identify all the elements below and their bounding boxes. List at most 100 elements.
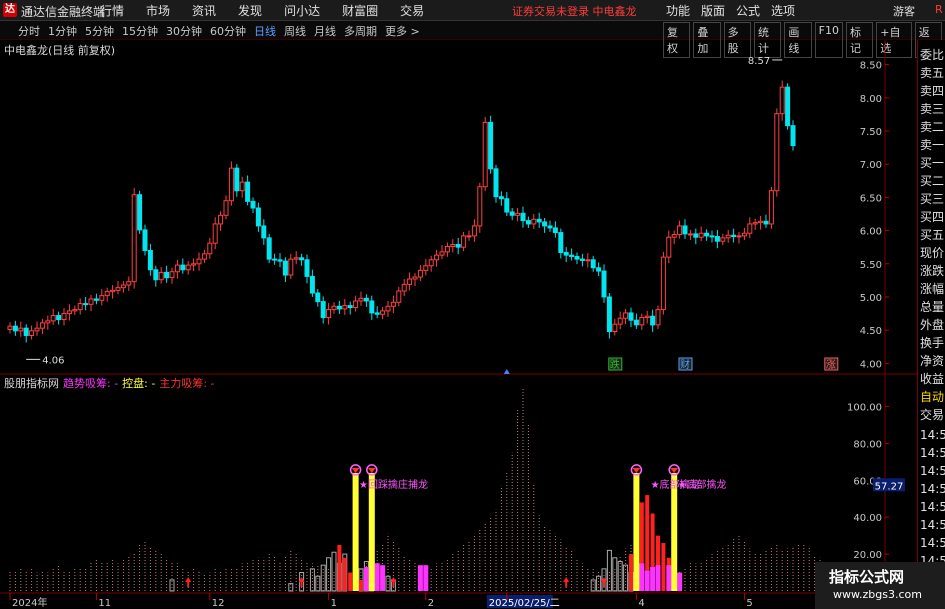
period-tab-3[interactable]: 15分钟	[122, 23, 158, 39]
menu-item-2[interactable]: 资讯	[192, 2, 216, 19]
quote-panel-item-19[interactable]: 自动	[920, 388, 944, 405]
candle	[569, 254, 575, 257]
candle	[277, 259, 283, 262]
quote-panel-item-7[interactable]: 买二	[920, 172, 944, 189]
candle	[207, 242, 213, 255]
quote-panel-item-4[interactable]: 卖二	[920, 118, 944, 135]
ind-red-bar	[629, 554, 633, 591]
quote-panel-item-17[interactable]: 净资	[920, 352, 944, 369]
candle	[401, 283, 407, 292]
candle	[174, 264, 180, 273]
signal-annotation-2: ★底部擒龙	[678, 478, 727, 491]
candle	[18, 327, 24, 332]
menu-item-0[interactable]: 行情	[100, 2, 124, 19]
quote-panel-item-18[interactable]: 收益	[920, 370, 944, 387]
candle	[34, 327, 40, 332]
guest-label[interactable]: 游客	[893, 3, 915, 19]
indicator-item-0: 趋势吸筹: -	[63, 377, 119, 390]
quote-panel-item-23[interactable]: 14:56	[920, 464, 945, 478]
candle	[558, 232, 564, 253]
right-menu-item-1[interactable]: 版面	[701, 2, 725, 19]
quote-panel-item-11[interactable]: 现价	[920, 244, 944, 261]
period-tab-5[interactable]: 60分钟	[210, 23, 246, 39]
candle	[633, 319, 639, 326]
candle	[585, 259, 591, 262]
ind-pink-bar	[380, 565, 386, 591]
candle	[104, 291, 110, 297]
date-label-7: 5	[746, 598, 752, 609]
quote-panel-item-21[interactable]: 14:56	[920, 428, 945, 442]
candle	[412, 276, 418, 280]
quote-panel-item-26[interactable]: 14:56	[920, 518, 945, 532]
period-tab-1[interactable]: 1分钟	[48, 23, 77, 39]
quote-panel-item-8[interactable]: 买三	[920, 190, 944, 207]
candle	[315, 292, 321, 303]
right-menu-item-2[interactable]: 公式	[736, 2, 760, 19]
ind-pink-bar	[644, 570, 650, 591]
period-tab-9[interactable]: 多周期	[344, 23, 377, 39]
quote-panel-item-2[interactable]: 卖四	[920, 82, 944, 99]
quote-panel-item-25[interactable]: 14:56	[920, 500, 945, 514]
period-tab-6[interactable]: 日线	[254, 23, 276, 39]
quote-panel-item-3[interactable]: 卖三	[920, 100, 944, 117]
ind-red-bar	[661, 543, 666, 591]
menu-item-6[interactable]: 交易	[400, 2, 424, 19]
candle	[380, 310, 386, 315]
ind-red-bar	[342, 557, 347, 591]
quote-panel-item-12[interactable]: 涨跌	[920, 262, 944, 279]
menu-item-3[interactable]: 发现	[238, 2, 262, 19]
candle	[45, 320, 51, 324]
quote-panel-item-1[interactable]: 卖五	[920, 64, 944, 81]
candle	[731, 234, 737, 238]
indicator-name: 股朋指标网	[4, 377, 59, 390]
ind-red-bar	[337, 544, 342, 591]
price-label-1: 4.50	[860, 326, 882, 337]
quote-panel-item-9[interactable]: 买四	[920, 208, 944, 225]
watermark-url: www.zbgs3.com	[833, 588, 922, 601]
quote-panel-item-16[interactable]: 换手	[920, 334, 944, 351]
candle	[363, 297, 369, 302]
period-tab-4[interactable]: 30分钟	[166, 23, 202, 39]
quote-panel-item-22[interactable]: 14:56	[920, 446, 945, 460]
right-menu-item-0[interactable]: 功能	[666, 2, 690, 19]
menu-item-5[interactable]: 财富圈	[342, 2, 378, 19]
period-tab-8[interactable]: 月线	[314, 23, 336, 39]
right-menu-item-3[interactable]: 选项	[771, 2, 795, 19]
quote-panel-item-6[interactable]: 买一	[920, 154, 944, 171]
stock-chart[interactable]: 4.00 4.50 5.00 5.50 6.00 6.50 7.00 7.50 8.00 8.50…	[0, 40, 917, 609]
indicator-item-2: 主力吸筹: -	[159, 377, 215, 390]
candle	[704, 232, 710, 237]
ind-pink-bar	[363, 567, 369, 591]
price-label-2: 5.00	[860, 293, 882, 304]
menu-item-1[interactable]: 市场	[146, 2, 170, 19]
price-label-6: 7.00	[860, 160, 882, 171]
quote-panel-item-14[interactable]: 总量	[920, 298, 944, 315]
date-label-5: 2025/02/25/二	[489, 598, 560, 609]
buy-arrow-icon-0	[185, 577, 192, 587]
candle	[147, 249, 153, 271]
quote-panel-item-10[interactable]: 买五	[920, 226, 944, 243]
top-menu: 行情 市场 资讯 发现 问小达 财富圈 交易	[100, 2, 446, 19]
period-tab-10[interactable]: 更多 >	[385, 23, 420, 39]
candle	[110, 289, 116, 293]
event-badge-text-2: 涨	[826, 359, 836, 371]
quote-panel-item-5[interactable]: 卖一	[920, 136, 944, 153]
period-tab-0[interactable]: 分时	[18, 23, 40, 39]
candle	[725, 234, 731, 239]
quote-panel-item-20[interactable]: 交易	[920, 406, 944, 423]
candle	[606, 296, 612, 332]
quote-panel-item-0[interactable]: 委比	[920, 46, 944, 63]
watermark-title: 指标公式网	[829, 568, 905, 586]
period-tab-2[interactable]: 5分钟	[85, 23, 114, 39]
candle	[747, 223, 753, 234]
period-tab-7[interactable]: 周线	[284, 23, 306, 39]
candle	[736, 235, 742, 238]
ind-pink-bar	[374, 563, 380, 591]
menu-item-4[interactable]: 问小达	[284, 2, 320, 19]
date-label-0: 2024年	[12, 596, 47, 609]
quote-panel-item-24[interactable]: 14:56	[920, 482, 945, 496]
login-notice[interactable]: 证券交易未登录 中电鑫龙	[512, 3, 637, 19]
quote-panel-item-13[interactable]: 涨幅	[920, 280, 944, 297]
quote-panel-item-27[interactable]: 14:56	[920, 536, 945, 550]
quote-panel-item-15[interactable]: 外盘	[920, 316, 944, 333]
